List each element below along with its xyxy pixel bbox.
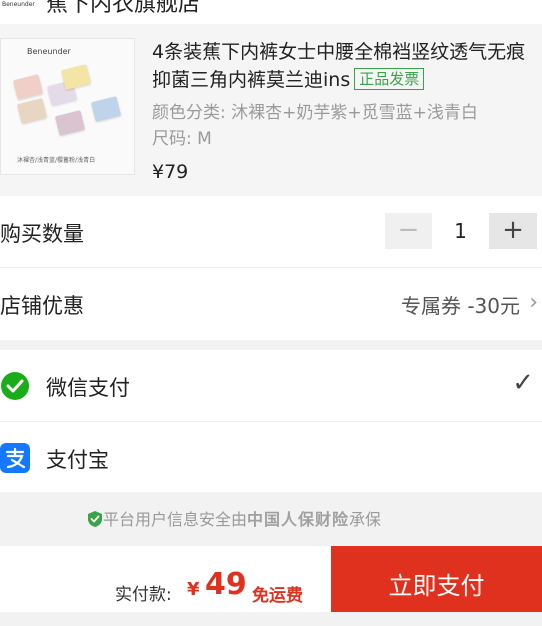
- security-note: 平台用户信息安全由中国人保财险承保: [0, 492, 542, 546]
- alipay-icon: [0, 443, 30, 473]
- quantity-label: 购买数量: [0, 222, 84, 246]
- shield-check-icon: [88, 511, 102, 527]
- security-prefix: 平台用户信息安全由: [103, 510, 248, 529]
- product-title: 4条装蕉下内裤女士中腰全棉裆竖纹透气无痕抑菌三角内裤莫兰迪ins 正品发票: [152, 38, 537, 94]
- total-amount: 49: [205, 567, 247, 602]
- product-size: 尺码: M: [152, 129, 212, 149]
- store-coupon-row[interactable]: 店铺优惠 专属券 -30元 ›: [0, 268, 542, 340]
- total-label: 实付款:: [115, 585, 172, 605]
- security-suffix: 承保: [349, 510, 382, 529]
- quantity-value[interactable]: 1: [432, 213, 489, 249]
- store-logo: 蕉下 Beneunder: [2, 0, 35, 8]
- coupon-label: 店铺优惠: [0, 294, 84, 318]
- wechat-pay-icon: [1, 372, 29, 400]
- thumbnail-caption: 沐裸杏/浅青蓝/樱蓄粉/浅青白: [17, 157, 96, 164]
- store-name: 蕉下内衣旗舰店: [46, 0, 201, 17]
- pay-now-button[interactable]: 立即支付: [331, 546, 542, 612]
- store-header[interactable]: 蕉下 Beneunder 蕉下内衣旗舰店: [0, 0, 542, 24]
- swatch-yellow: [60, 64, 92, 90]
- thumbnail-brand: Beneunder: [27, 47, 71, 56]
- security-text: 平台用户信息安全由中国人保财险承保: [87, 506, 381, 530]
- checkout-bar: 实付款: ¥ 49 免运费 立即支付: [0, 546, 542, 612]
- quantity-row: 购买数量 − 1 +: [0, 196, 542, 268]
- total-currency: ¥: [187, 579, 200, 600]
- product-spec: 颜色分类: 沐裸杏+奶芋紫+觅雪蓝+浅青白: [152, 103, 478, 123]
- selected-check-icon: ✓: [512, 368, 534, 398]
- chevron-right-icon: ›: [529, 290, 538, 315]
- payment-option-wechat[interactable]: 微信支付 ✓: [0, 350, 542, 422]
- insurer-name: 中国人保财险: [247, 510, 350, 529]
- payment-option-alipay[interactable]: 支付宝: [0, 422, 542, 492]
- swatch-mauve: [54, 110, 86, 136]
- swatch-blue: [90, 96, 122, 122]
- product-thumbnail[interactable]: Beneunder 沐裸杏/浅青蓝/樱蓄粉/浅青白: [0, 38, 135, 175]
- product-price: ¥79: [152, 161, 189, 183]
- coupon-value: 专属券 -30元: [400, 294, 520, 318]
- free-shipping-label: 免运费: [252, 586, 303, 606]
- quantity-increase-button[interactable]: +: [489, 213, 537, 249]
- swatch-pink: [12, 74, 44, 100]
- swatch-beige: [16, 98, 48, 124]
- quantity-decrease-button[interactable]: −: [385, 213, 432, 249]
- wechat-pay-label: 微信支付: [46, 376, 130, 400]
- product-title-text: 4条装蕉下内裤女士中腰全棉裆竖纹透气无痕抑菌三角内裤莫兰迪ins: [152, 41, 526, 91]
- invoice-badge: 正品发票: [354, 68, 425, 90]
- alipay-label: 支付宝: [46, 448, 109, 472]
